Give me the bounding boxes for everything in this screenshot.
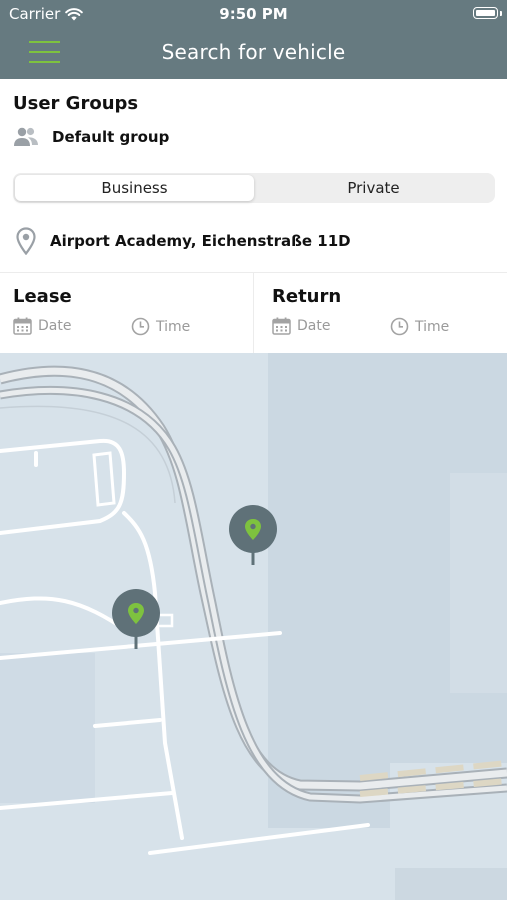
return-date-placeholder: Date xyxy=(297,318,331,334)
lease-time-placeholder: Time xyxy=(156,318,191,335)
map-canvas xyxy=(0,353,507,900)
lease-date-field[interactable]: Date xyxy=(13,317,71,335)
return-date-field[interactable]: Date xyxy=(272,317,330,335)
segment-private[interactable]: Private xyxy=(254,175,493,201)
map-view[interactable] xyxy=(0,353,507,900)
return-time-placeholder: Time xyxy=(415,318,450,335)
battery-icon xyxy=(473,7,498,19)
calendar-icon xyxy=(13,317,32,335)
calendar-icon xyxy=(272,317,291,335)
location-address: Airport Academy, Eichenstraße 11D xyxy=(50,232,351,250)
return-time-field[interactable]: Time xyxy=(390,317,449,336)
user-group-name: Default group xyxy=(52,128,170,146)
status-bar: Carrier 9:50 PM xyxy=(0,0,507,28)
lease-date-placeholder: Date xyxy=(38,318,72,334)
location-selector[interactable]: Airport Academy, Eichenstraße 11D xyxy=(16,227,351,255)
segment-business[interactable]: Business xyxy=(15,175,254,201)
clock-icon xyxy=(131,317,150,336)
location-pin-icon xyxy=(16,227,36,255)
user-groups-heading: User Groups xyxy=(13,93,139,114)
return-section: Return Date Time xyxy=(254,273,507,353)
lease-time-field[interactable]: Time xyxy=(131,317,190,336)
return-heading: Return xyxy=(272,286,342,307)
lease-heading: Lease xyxy=(13,286,72,307)
trip-type-segmented-control: Business Private xyxy=(13,173,495,203)
lease-section: Lease Date Time xyxy=(0,273,254,353)
status-time: 9:50 PM xyxy=(219,5,288,23)
user-group-selector[interactable]: Default group xyxy=(13,126,169,148)
clock-icon xyxy=(390,317,409,336)
users-icon xyxy=(14,127,38,146)
page-title: Search for vehicle xyxy=(161,40,346,64)
battery-tip xyxy=(500,11,502,16)
top-bar: Carrier 9:50 PM Search for vehicle xyxy=(0,0,507,79)
